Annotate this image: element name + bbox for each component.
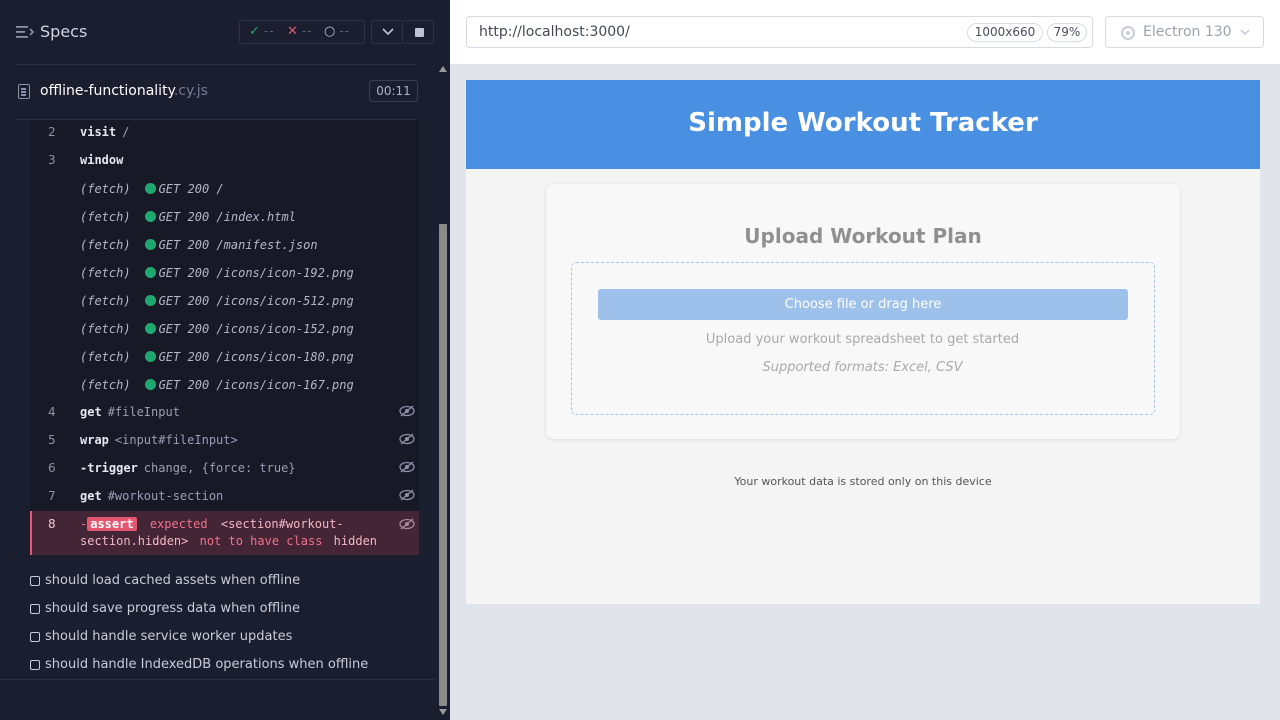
fetch-row[interactable]: (fetch) GET 200 /icons/icon-152.png <box>80 322 354 336</box>
check-icon: ✓ <box>249 24 260 39</box>
circle-notch-icon: ○ <box>324 24 336 39</box>
spec-file-name: offline-functionality.cy.js <box>40 83 208 99</box>
page-title: Simple Workout Tracker <box>688 108 1038 138</box>
stop-button[interactable] <box>402 20 434 44</box>
upload-card: Upload Workout Plan Choose file or drag … <box>546 184 1180 439</box>
app-header: Simple Workout Tracker <box>466 80 1260 169</box>
pending-test-icon <box>30 576 40 586</box>
chevron-down-icon <box>1240 29 1250 36</box>
failed-assert-row[interactable]: 8 - assert expected <section#workout- sec… <box>30 511 419 555</box>
spec-file-header[interactable]: offline-functionality.cy.js 00:11 <box>16 65 418 119</box>
app-viewport: Simple Workout Tracker Upload Workout Pl… <box>466 80 1260 604</box>
fetch-row[interactable]: (fetch) GET 200 /icons/icon-192.png <box>80 266 354 280</box>
eye-slash-icon <box>399 461 415 473</box>
status-dot-icon <box>144 211 156 222</box>
specs-menu-icon[interactable] <box>16 25 34 39</box>
storage-note: Your workout data is stored only on this… <box>734 475 992 488</box>
eye-slash-icon <box>399 518 415 530</box>
pending-test-icon <box>30 660 40 670</box>
status-dot-icon <box>144 295 156 306</box>
url-bar[interactable]: http://localhost:3000/ 1000x660 79% <box>466 16 1093 48</box>
scroll-thumb[interactable] <box>439 224 447 706</box>
gear-icon <box>1121 26 1135 40</box>
eye-slash-icon <box>399 433 415 445</box>
x-icon: ✕ <box>287 24 298 39</box>
aut-header: http://localhost:3000/ 1000x660 79% Elec… <box>450 0 1280 64</box>
stop-icon <box>415 28 424 37</box>
file-dropzone[interactable]: Choose file or drag here Upload your wor… <box>571 262 1155 415</box>
fetch-row[interactable]: (fetch) GET 200 /manifest.json <box>80 238 318 252</box>
pending-test-icon <box>30 604 40 614</box>
passed-stat: ✓ -- <box>249 24 275 39</box>
command-log: 2 visit/ 3 window (fetch) GET 200 / (fetc… <box>16 120 419 555</box>
zoom-level[interactable]: 79% <box>1047 23 1087 42</box>
upload-title: Upload Workout Plan <box>744 224 982 248</box>
reporter-scrollbar[interactable] <box>436 64 450 720</box>
browser-selector[interactable]: Electron 130 <box>1105 16 1264 48</box>
collapse-button[interactable] <box>371 20 403 44</box>
fetch-row[interactable]: (fetch) GET 200 / <box>80 182 224 196</box>
supported-formats: Supported formats: Excel, CSV <box>762 360 963 375</box>
aut-panel: http://localhost:3000/ 1000x660 79% Elec… <box>450 0 1280 720</box>
spec-duration: 00:11 <box>369 80 418 102</box>
eye-slash-icon <box>399 489 415 501</box>
test-stats: ✓ -- ✕ -- ○ -- <box>239 20 365 44</box>
status-dot-icon <box>144 183 156 194</box>
chevron-down-icon <box>382 28 394 36</box>
status-dot-icon <box>144 239 156 250</box>
pending-stat: ○ -- <box>324 24 351 39</box>
url-text: http://localhost:3000/ <box>479 24 630 40</box>
pending-test-icon <box>30 632 40 642</box>
status-dot-icon <box>144 351 156 362</box>
upload-hint: Upload your workout spreadsheet to get s… <box>705 332 1020 347</box>
assert-badge: assert <box>87 517 137 531</box>
document-icon <box>18 84 30 99</box>
specs-label[interactable]: Specs <box>40 22 87 41</box>
status-dot-icon <box>144 267 156 278</box>
fetch-row[interactable]: (fetch) GET 200 /icons/icon-512.png <box>80 294 354 308</box>
failed-stat: ✕ -- <box>287 24 313 39</box>
reporter-panel: Specs ✓ -- ✕ -- ○ -- offline-functionality.… <box>0 0 450 720</box>
reporter-header: Specs ✓ -- ✕ -- ○ -- <box>0 0 450 64</box>
divider <box>0 679 435 680</box>
eye-slash-icon <box>399 405 415 417</box>
status-dot-icon <box>144 323 156 334</box>
choose-file-button[interactable]: Choose file or drag here <box>598 289 1128 320</box>
scroll-up-icon[interactable] <box>439 66 447 72</box>
fetch-row[interactable]: (fetch) GET 200 /icons/icon-180.png <box>80 350 354 364</box>
status-dot-icon <box>144 379 156 390</box>
viewport-size[interactable]: 1000x660 <box>967 23 1043 42</box>
scroll-down-icon[interactable] <box>439 709 447 715</box>
fetch-row[interactable]: (fetch) GET 200 /icons/icon-167.png <box>80 378 354 392</box>
fetch-row[interactable]: (fetch) GET 200 /index.html <box>80 210 296 224</box>
